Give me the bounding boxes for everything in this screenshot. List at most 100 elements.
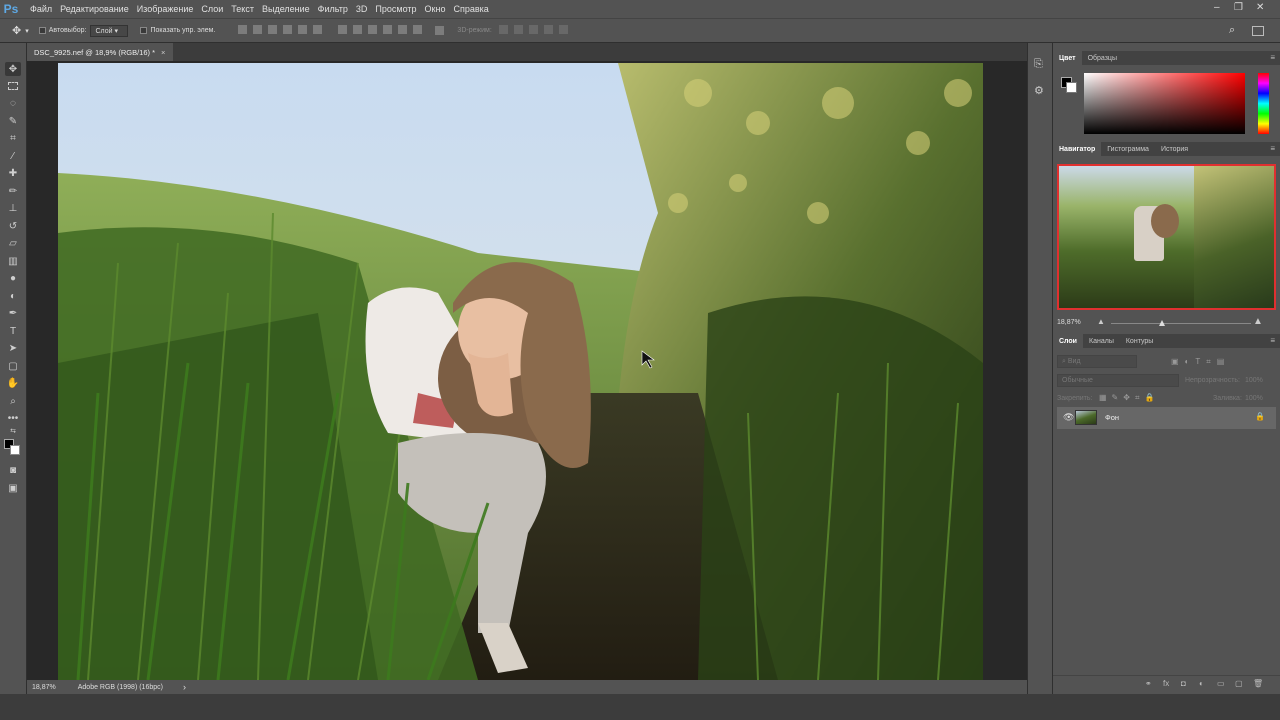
healing-brush-tool-icon[interactable]: ✚ <box>5 166 21 180</box>
distribute-left-icon[interactable] <box>383 25 393 34</box>
menu-edit[interactable]: Редактирование <box>56 4 133 14</box>
auto-align-icon[interactable] <box>435 26 445 35</box>
menu-select[interactable]: Выделение <box>258 4 314 14</box>
lasso-tool-icon[interactable]: ◌ <box>5 96 21 110</box>
distribute-hcenter-icon[interactable] <box>398 25 408 34</box>
align-left-icon[interactable] <box>283 25 293 34</box>
adjustment-layer-icon[interactable]: ◐ <box>1199 679 1204 688</box>
document-image[interactable] <box>58 63 983 680</box>
visibility-eye-icon[interactable]: 👁 <box>1063 412 1074 423</box>
brush-tool-icon[interactable]: ✏ <box>5 184 21 198</box>
distribute-right-icon[interactable] <box>413 25 423 34</box>
menu-filter[interactable]: Фильтр <box>314 4 352 14</box>
gradient-tool-icon[interactable]: ▥ <box>5 254 21 268</box>
opacity-value[interactable]: 100% <box>1245 377 1263 384</box>
tab-paths[interactable]: Контуры <box>1120 334 1159 348</box>
close-tab-icon[interactable]: × <box>161 48 165 57</box>
layer-row[interactable]: 👁 Фон 🔒 <box>1057 407 1276 429</box>
align-bottom-icon[interactable] <box>268 25 278 34</box>
blur-tool-icon[interactable]: ● <box>5 271 21 285</box>
tab-layers[interactable]: Слои <box>1053 334 1083 348</box>
add-mask-icon[interactable]: ◘ <box>1181 679 1186 688</box>
layer-filter-icons[interactable]: ▣◐T⌗▤ <box>1171 357 1230 367</box>
tab-histogram[interactable]: Гистограмма <box>1101 142 1155 156</box>
minimize-button[interactable]: – <box>1214 2 1220 13</box>
3d-rotate-icon[interactable] <box>498 25 508 34</box>
menu-help[interactable]: Справка <box>449 4 492 14</box>
menu-view[interactable]: Просмотр <box>371 4 420 14</box>
workspace-icon[interactable] <box>1252 25 1264 36</box>
link-layers-icon[interactable]: ⚭ <box>1145 679 1152 688</box>
clone-stamp-tool-icon[interactable]: ⊥ <box>5 201 21 215</box>
distribute-top-icon[interactable] <box>338 25 348 34</box>
menu-window[interactable]: Окно <box>421 4 450 14</box>
tab-channels[interactable]: Каналы <box>1083 334 1120 348</box>
path-select-tool-icon[interactable]: ➤ <box>5 341 21 355</box>
new-layer-icon[interactable]: ▢ <box>1235 679 1243 688</box>
align-hcenter-icon[interactable] <box>298 25 308 34</box>
3d-roll-icon[interactable] <box>513 25 523 34</box>
close-window-button[interactable]: ✕ <box>1256 2 1264 13</box>
zoom-out-icon[interactable]: ▲ <box>1097 317 1105 326</box>
move-tool-icon[interactable]: ✥ <box>12 24 21 37</box>
autoselect-checkbox[interactable] <box>38 27 46 34</box>
eyedropper-tool-icon[interactable]: ⁄ <box>5 149 21 163</box>
swap-colors-icon[interactable]: ⇆ <box>5 426 21 436</box>
align-top-icon[interactable] <box>238 25 248 34</box>
hue-slider[interactable] <box>1258 73 1269 134</box>
navigator-menu-icon[interactable]: ≡ <box>1270 144 1275 153</box>
navigator-zoom[interactable]: 18,87% <box>1057 319 1081 326</box>
menu-file[interactable]: Файл <box>26 4 56 14</box>
layers-menu-icon[interactable]: ≡ <box>1270 336 1275 345</box>
blend-mode-dropdown[interactable]: Обычные <box>1057 374 1179 387</box>
quick-select-tool-icon[interactable]: ✎ <box>5 114 21 128</box>
move-tool-icon[interactable]: ✥ <box>5 62 21 76</box>
3d-scale-icon[interactable] <box>558 25 568 34</box>
align-vcenter-icon[interactable] <box>253 25 263 34</box>
menu-image[interactable]: Изображение <box>133 4 198 14</box>
marquee-tool-icon[interactable] <box>5 79 21 93</box>
more-tools-icon[interactable]: ••• <box>5 411 21 425</box>
canvas-area[interactable] <box>27 61 1027 680</box>
type-tool-icon[interactable]: T <box>5 324 21 338</box>
lock-icons[interactable]: ▦✎✥⌗🔒 <box>1099 393 1159 403</box>
fill-value[interactable]: 100% <box>1245 395 1263 402</box>
layer-name[interactable]: Фон <box>1105 413 1119 422</box>
crop-tool-icon[interactable]: ⌗ <box>5 131 21 145</box>
menu-3d[interactable]: 3D <box>352 4 372 14</box>
3d-drag-icon[interactable] <box>528 25 538 34</box>
quick-mask-icon[interactable]: ◙ <box>5 463 21 477</box>
tab-history[interactable]: История <box>1155 142 1194 156</box>
menu-type[interactable]: Текст <box>227 4 258 14</box>
show-controls-checkbox[interactable] <box>140 27 148 34</box>
tool-preset-chevron-icon[interactable]: ▾ <box>25 27 29 35</box>
search-icon[interactable]: ⌕ <box>1229 24 1235 37</box>
layer-style-icon[interactable]: fx <box>1163 679 1169 688</box>
zoom-in-icon[interactable]: ▲ <box>1253 316 1263 327</box>
distribute-bottom-icon[interactable] <box>368 25 378 34</box>
properties-icon[interactable]: ⎘ <box>1034 58 1048 72</box>
color-field[interactable] <box>1084 73 1245 134</box>
tab-navigator[interactable]: Навигатор <box>1053 142 1102 156</box>
panel-menu-icon[interactable]: ≡ <box>1270 53 1275 62</box>
navigator-preview[interactable] <box>1057 164 1276 310</box>
color-background-swatch[interactable] <box>1066 82 1077 93</box>
zoom-tool-icon[interactable]: ⌕ <box>5 394 21 408</box>
distribute-vcenter-icon[interactable] <box>353 25 363 34</box>
shape-tool-icon[interactable]: ▢ <box>5 359 21 373</box>
zoom-level[interactable]: 18,87% <box>32 684 56 691</box>
navigator-zoom-slider[interactable] <box>1111 323 1251 324</box>
history-brush-tool-icon[interactable]: ↺ <box>5 219 21 233</box>
new-group-icon[interactable]: ▭ <box>1217 679 1225 688</box>
align-right-icon[interactable] <box>313 25 323 34</box>
background-color-swatch[interactable] <box>10 445 20 455</box>
screen-mode-icon[interactable]: ▣ <box>5 481 21 495</box>
restore-button[interactable]: ❐ <box>1234 2 1243 13</box>
status-menu-arrow[interactable]: › <box>183 682 186 692</box>
3d-slide-icon[interactable] <box>543 25 553 34</box>
tab-color[interactable]: Цвет <box>1053 51 1082 65</box>
eraser-tool-icon[interactable]: ▱ <box>5 236 21 250</box>
delete-layer-icon[interactable]: 🗑 <box>1253 679 1263 688</box>
pen-tool-icon[interactable]: ✒ <box>5 306 21 320</box>
hand-tool-icon[interactable]: ✋ <box>5 376 21 390</box>
